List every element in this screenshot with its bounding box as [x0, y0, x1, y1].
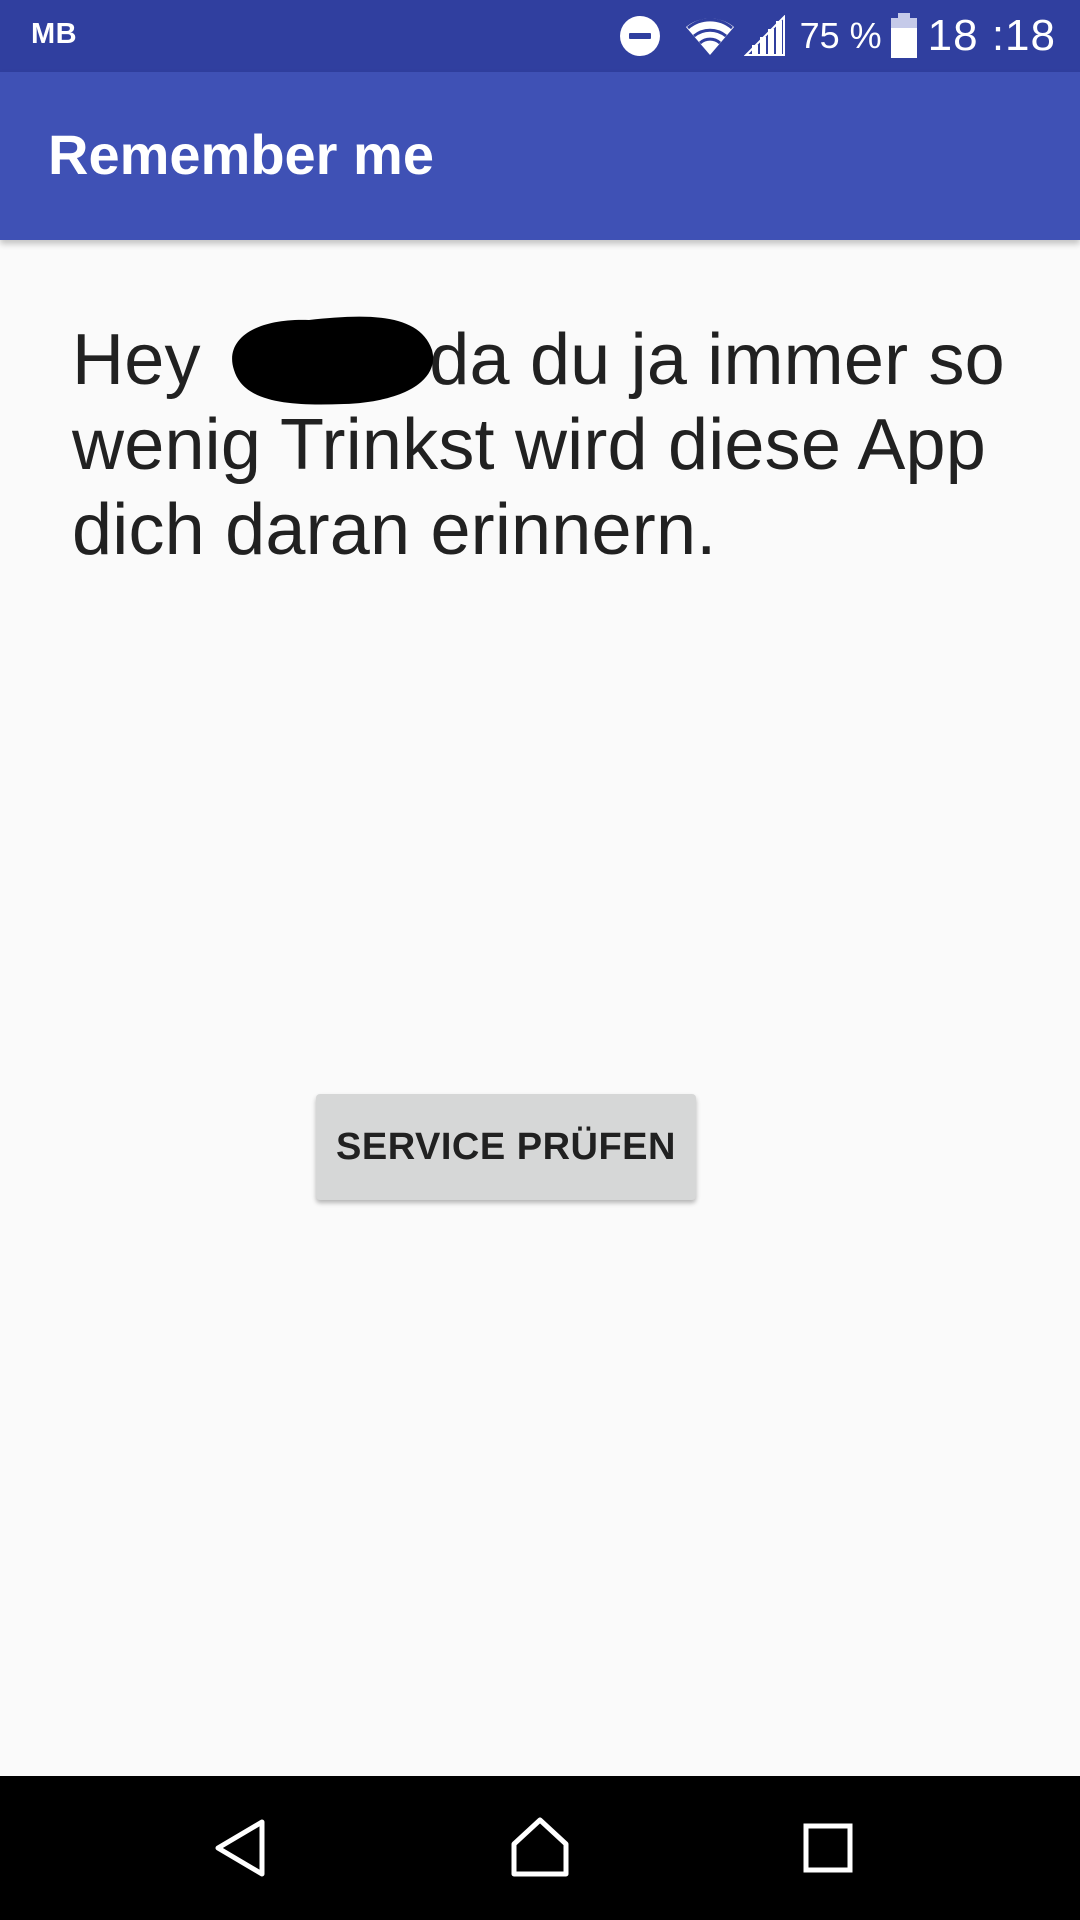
back-icon: [215, 1819, 265, 1877]
carrier-label: MB: [31, 18, 78, 50]
recents-button[interactable]: [778, 1798, 878, 1898]
battery-icon: [890, 13, 918, 59]
home-button[interactable]: [490, 1798, 590, 1898]
do-not-disturb-icon: [618, 14, 662, 58]
service-check-button[interactable]: SERVICE PRÜFEN: [316, 1094, 696, 1200]
greeting-block: Hey , da du ja immer so wenig Trinkst wi…: [72, 316, 1032, 573]
home-icon: [511, 1817, 569, 1877]
status-clock: 18 :18: [927, 11, 1056, 60]
battery-percent-label: 75 %: [799, 15, 882, 56]
wifi-icon: [684, 15, 736, 57]
back-button[interactable]: [190, 1798, 290, 1898]
app-toolbar: Remember me: [0, 72, 1080, 240]
navigation-bar: [0, 1776, 1080, 1920]
status-bar: MB 75 % 18:18: [0, 0, 1080, 72]
redaction-mark: [232, 316, 434, 405]
app-title: Remember me: [48, 123, 434, 186]
recents-icon: [803, 1823, 853, 1873]
status-icons: 75 % 18 :18: [618, 0, 1056, 72]
app-screen: MB 75 % 18:18 Remember me Hey , da du j…: [0, 0, 1080, 1920]
cell-signal-icon: [743, 14, 786, 57]
greeting-prefix: Hey: [72, 320, 221, 400]
